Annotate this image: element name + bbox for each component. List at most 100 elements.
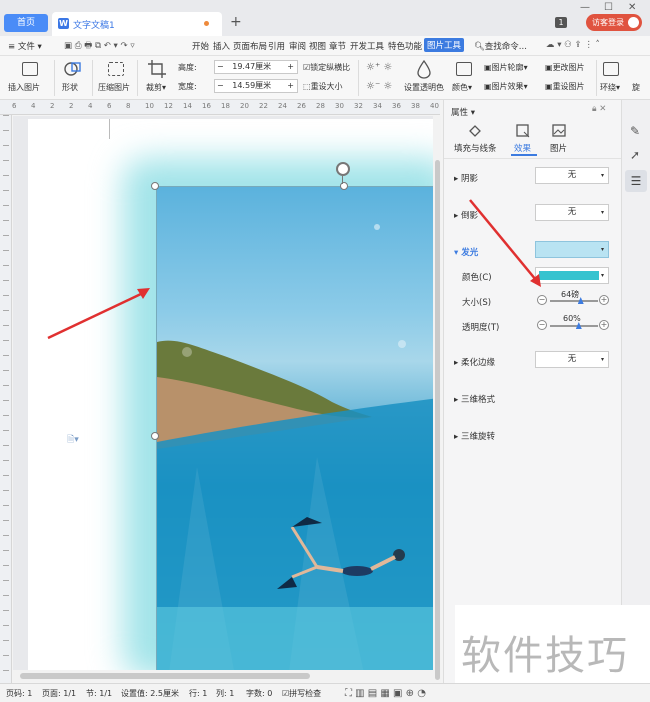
color-label: 颜色▾ <box>452 83 473 92</box>
status-pages[interactable]: 页面: 1/1 <box>42 688 76 699</box>
menu-item-insert[interactable]: 插入 <box>213 40 230 52</box>
crop-icon <box>148 60 166 78</box>
ruler-tick <box>3 415 9 416</box>
menu-item-review[interactable]: 审阅 <box>289 40 306 52</box>
cloud-icons[interactable]: ☁︎ ▾ ⚇ ⇪ ⋮ ˄ <box>546 40 600 50</box>
rotation-3d-section-toggle[interactable]: ▸ 三维旋转 <box>454 430 495 442</box>
width-label: 宽度: <box>178 82 197 91</box>
divider <box>137 60 138 96</box>
reset-picture-button[interactable]: ▣重设图片 <box>545 81 585 92</box>
ruler-tick <box>3 610 9 611</box>
wrap-button[interactable] <box>603 62 619 76</box>
vertical-ruler <box>0 115 12 683</box>
document-canvas[interactable]: 🗎︎▾ <box>13 116 433 682</box>
status-page-number[interactable]: 页码: 1 <box>6 688 32 699</box>
brightness-icons[interactable]: ☼⁺ ☼ <box>366 62 392 73</box>
shape-icon <box>64 62 81 76</box>
ruler-tick-label: 8 <box>126 102 131 110</box>
menu-item-references[interactable]: 引用 <box>268 40 285 52</box>
width-field[interactable]: − 14.59厘米 + <box>214 79 298 93</box>
ruler-tick <box>3 190 9 191</box>
horizontal-scroll-thumb[interactable] <box>20 673 310 679</box>
ruler-tick <box>3 595 9 596</box>
reset-picture-label: 重设图片 <box>552 82 585 91</box>
picture-outline-button[interactable]: ▣图片轮廓▾ <box>484 62 528 73</box>
divider <box>92 60 93 96</box>
shape-button[interactable] <box>64 60 82 81</box>
ruler-tick <box>3 655 9 656</box>
picture-effects-button[interactable]: ▣图片效果▾ <box>484 81 528 92</box>
maximize-icon[interactable]: ☐ <box>604 2 613 13</box>
edit-pen-icon[interactable]: ✎ <box>630 124 640 138</box>
file-menu[interactable]: ≡ 文件 ▾ <box>8 40 42 52</box>
menu-item-view[interactable]: 视图 <box>309 40 326 52</box>
writer-doc-icon: W <box>58 18 69 29</box>
height-plus-icon[interactable]: + <box>287 61 294 73</box>
set-transparent-button[interactable] <box>416 59 432 81</box>
height-field[interactable]: − 19.47厘米 + <box>214 60 298 74</box>
menu-item-special[interactable]: 特色功能 <box>388 40 422 52</box>
search-command[interactable]: 🔍︎查找命令... <box>474 40 527 52</box>
transparent-color-icon <box>417 59 431 79</box>
select-cursor-icon[interactable]: ➚ <box>630 148 640 162</box>
width-minus-icon[interactable]: − <box>217 81 224 90</box>
ruler-tick-label: 2 <box>50 102 55 110</box>
ruler-tick <box>3 625 9 626</box>
ruler-tick <box>3 475 9 476</box>
lock-ratio-checkbox[interactable]: ☑锁定纵横比 <box>303 62 350 73</box>
color-button[interactable] <box>456 62 472 76</box>
close-icon[interactable]: ✕ <box>628 2 636 13</box>
menu-item-chapter[interactable]: 章节 <box>329 40 346 52</box>
width-plus-icon[interactable]: + <box>287 80 294 92</box>
watermark: 软件技巧 <box>455 605 650 683</box>
ruler-tick-label: 22 <box>259 102 268 110</box>
crop-button[interactable] <box>148 60 166 81</box>
change-picture-button[interactable]: ▣更改图片 <box>545 62 585 73</box>
insert-picture-button[interactable] <box>18 62 38 76</box>
ruler-tick-label: 26 <box>297 102 306 110</box>
spell-check-button[interactable]: ☑拼写检查 <box>282 688 321 699</box>
picture-color-icon <box>456 62 472 76</box>
compress-picture-button[interactable] <box>108 62 124 76</box>
status-row[interactable]: 行: 1 <box>189 688 207 699</box>
vertical-scroll-thumb[interactable] <box>435 160 440 680</box>
status-bar: 页码: 1 页面: 1/1 节: 1/1 设置值: 2.5厘米 行: 1 列: … <box>0 683 650 702</box>
ruler-tick <box>3 505 9 506</box>
menu-item-picture-tools[interactable]: 图片工具 <box>424 38 465 52</box>
window-count-badge[interactable]: 1 <box>555 17 567 28</box>
menu-item-layout[interactable]: 页面布局 <box>233 40 267 52</box>
height-minus-icon[interactable]: − <box>217 62 224 71</box>
ruler-tick <box>3 640 9 641</box>
divider <box>596 60 597 96</box>
ruler-tick <box>3 175 9 176</box>
title-bar: 首页 W 文字文稿1 + 1 访客登录 — ☐ ✕ <box>0 0 650 36</box>
home-tab[interactable]: 首页 <box>4 14 48 32</box>
minimize-icon[interactable]: — <box>580 2 590 13</box>
wrap-label: 环绕▾ <box>600 83 621 92</box>
contrast-icons[interactable]: ☼⁻ ☼ <box>366 81 392 92</box>
menu-item-developer[interactable]: 开发工具 <box>350 40 384 52</box>
change-picture-label: 更改图片 <box>552 63 585 72</box>
menu-item-start[interactable]: 开始 <box>192 40 209 52</box>
effects-label: 图片效果 <box>491 82 524 91</box>
ruler-tick <box>3 370 9 371</box>
annotation-arrow-left <box>47 288 150 340</box>
watermark-text: 软件技巧 <box>461 633 629 679</box>
status-word-count[interactable]: 字数: 0 <box>246 688 272 699</box>
wrap-text-icon <box>603 62 619 76</box>
unsaved-dot-icon <box>204 21 209 26</box>
view-mode-icons[interactable]: ⛶ ▥ ▤ ▦ ▣ ⊕ ◔ <box>345 688 426 699</box>
outline-icon: ▣ <box>484 63 492 72</box>
guest-login-button[interactable]: 访客登录 <box>586 14 642 31</box>
status-setting-value[interactable]: 设置值: 2.5厘米 <box>121 688 179 699</box>
status-column[interactable]: 列: 1 <box>216 688 234 699</box>
outline-label: 图片轮廓 <box>491 63 524 72</box>
new-tab-button[interactable]: + <box>230 14 242 30</box>
rotate-label[interactable]: 旋 <box>632 82 640 93</box>
quick-access-icons[interactable]: ▣ ⎙ 🖶 ⧉ ↶ ▾ ↷ ▿ <box>64 40 135 54</box>
divider <box>54 60 55 96</box>
document-tab[interactable]: W 文字文稿1 <box>52 12 222 36</box>
status-section[interactable]: 节: 1/1 <box>86 688 112 699</box>
properties-settings-icon[interactable]: ☰ <box>625 170 647 192</box>
reset-size-button[interactable]: ⬚重设大小 <box>303 81 343 92</box>
